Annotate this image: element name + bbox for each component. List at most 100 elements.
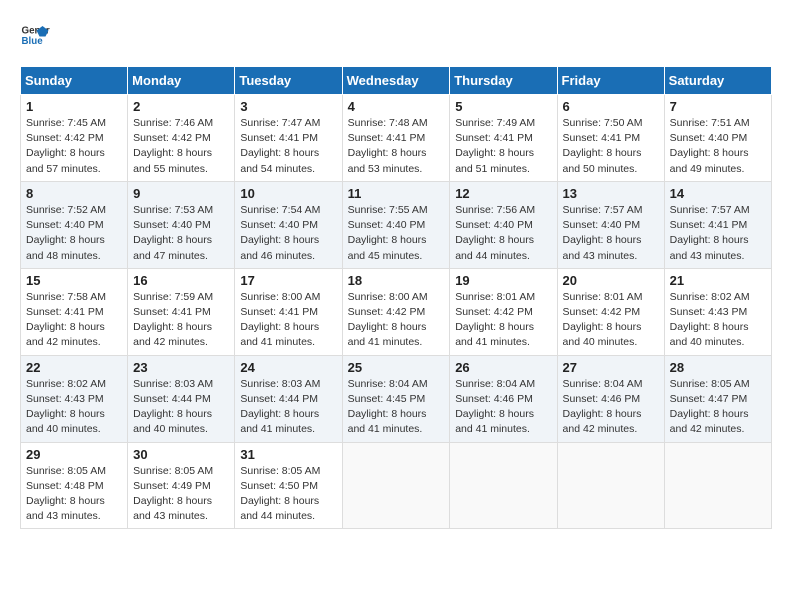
calendar-cell	[450, 442, 557, 529]
day-info: Sunrise: 8:01 AM Sunset: 4:42 PM Dayligh…	[455, 290, 551, 351]
calendar-cell: 28 Sunrise: 8:05 AM Sunset: 4:47 PM Dayl…	[664, 355, 771, 442]
day-info: Sunrise: 8:05 AM Sunset: 4:48 PM Dayligh…	[26, 464, 122, 525]
calendar-cell: 6 Sunrise: 7:50 AM Sunset: 4:41 PM Dayli…	[557, 95, 664, 182]
day-number: 14	[670, 186, 766, 201]
day-number: 6	[563, 99, 659, 114]
calendar-cell: 10 Sunrise: 7:54 AM Sunset: 4:40 PM Dayl…	[235, 181, 342, 268]
calendar-cell: 15 Sunrise: 7:58 AM Sunset: 4:41 PM Dayl…	[21, 268, 128, 355]
calendar-cell: 13 Sunrise: 7:57 AM Sunset: 4:40 PM Dayl…	[557, 181, 664, 268]
weekday-friday: Friday	[557, 67, 664, 95]
day-number: 26	[455, 360, 551, 375]
day-info: Sunrise: 8:05 AM Sunset: 4:50 PM Dayligh…	[240, 464, 336, 525]
week-row-4: 22 Sunrise: 8:02 AM Sunset: 4:43 PM Dayl…	[21, 355, 772, 442]
calendar-cell: 12 Sunrise: 7:56 AM Sunset: 4:40 PM Dayl…	[450, 181, 557, 268]
week-row-3: 15 Sunrise: 7:58 AM Sunset: 4:41 PM Dayl…	[21, 268, 772, 355]
calendar-cell: 16 Sunrise: 7:59 AM Sunset: 4:41 PM Dayl…	[128, 268, 235, 355]
calendar-cell: 4 Sunrise: 7:48 AM Sunset: 4:41 PM Dayli…	[342, 95, 450, 182]
weekday-sunday: Sunday	[21, 67, 128, 95]
day-number: 1	[26, 99, 122, 114]
day-info: Sunrise: 7:51 AM Sunset: 4:40 PM Dayligh…	[670, 116, 766, 177]
day-number: 28	[670, 360, 766, 375]
day-info: Sunrise: 7:50 AM Sunset: 4:41 PM Dayligh…	[563, 116, 659, 177]
day-info: Sunrise: 7:49 AM Sunset: 4:41 PM Dayligh…	[455, 116, 551, 177]
week-row-5: 29 Sunrise: 8:05 AM Sunset: 4:48 PM Dayl…	[21, 442, 772, 529]
day-info: Sunrise: 7:45 AM Sunset: 4:42 PM Dayligh…	[26, 116, 122, 177]
weekday-thursday: Thursday	[450, 67, 557, 95]
day-number: 7	[670, 99, 766, 114]
day-info: Sunrise: 7:59 AM Sunset: 4:41 PM Dayligh…	[133, 290, 229, 351]
day-number: 30	[133, 447, 229, 462]
calendar-cell: 30 Sunrise: 8:05 AM Sunset: 4:49 PM Dayl…	[128, 442, 235, 529]
calendar-cell: 31 Sunrise: 8:05 AM Sunset: 4:50 PM Dayl…	[235, 442, 342, 529]
calendar-cell: 18 Sunrise: 8:00 AM Sunset: 4:42 PM Dayl…	[342, 268, 450, 355]
weekday-tuesday: Tuesday	[235, 67, 342, 95]
calendar-cell: 9 Sunrise: 7:53 AM Sunset: 4:40 PM Dayli…	[128, 181, 235, 268]
day-info: Sunrise: 8:00 AM Sunset: 4:42 PM Dayligh…	[348, 290, 445, 351]
calendar-cell	[664, 442, 771, 529]
day-info: Sunrise: 7:53 AM Sunset: 4:40 PM Dayligh…	[133, 203, 229, 264]
calendar-cell: 17 Sunrise: 8:00 AM Sunset: 4:41 PM Dayl…	[235, 268, 342, 355]
day-number: 10	[240, 186, 336, 201]
day-number: 17	[240, 273, 336, 288]
day-info: Sunrise: 7:55 AM Sunset: 4:40 PM Dayligh…	[348, 203, 445, 264]
day-number: 25	[348, 360, 445, 375]
calendar-cell	[342, 442, 450, 529]
day-number: 23	[133, 360, 229, 375]
calendar-cell: 19 Sunrise: 8:01 AM Sunset: 4:42 PM Dayl…	[450, 268, 557, 355]
day-number: 18	[348, 273, 445, 288]
week-row-1: 1 Sunrise: 7:45 AM Sunset: 4:42 PM Dayli…	[21, 95, 772, 182]
day-number: 2	[133, 99, 229, 114]
day-number: 5	[455, 99, 551, 114]
calendar-cell: 8 Sunrise: 7:52 AM Sunset: 4:40 PM Dayli…	[21, 181, 128, 268]
day-info: Sunrise: 8:03 AM Sunset: 4:44 PM Dayligh…	[240, 377, 336, 438]
weekday-wednesday: Wednesday	[342, 67, 450, 95]
calendar-table: SundayMondayTuesdayWednesdayThursdayFrid…	[20, 66, 772, 529]
calendar-cell: 7 Sunrise: 7:51 AM Sunset: 4:40 PM Dayli…	[664, 95, 771, 182]
day-number: 3	[240, 99, 336, 114]
day-info: Sunrise: 8:05 AM Sunset: 4:49 PM Dayligh…	[133, 464, 229, 525]
logo: General Blue	[20, 20, 50, 50]
calendar-cell: 26 Sunrise: 8:04 AM Sunset: 4:46 PM Dayl…	[450, 355, 557, 442]
day-info: Sunrise: 7:52 AM Sunset: 4:40 PM Dayligh…	[26, 203, 122, 264]
calendar-cell: 27 Sunrise: 8:04 AM Sunset: 4:46 PM Dayl…	[557, 355, 664, 442]
calendar-cell: 24 Sunrise: 8:03 AM Sunset: 4:44 PM Dayl…	[235, 355, 342, 442]
day-number: 4	[348, 99, 445, 114]
day-info: Sunrise: 8:00 AM Sunset: 4:41 PM Dayligh…	[240, 290, 336, 351]
logo-icon: General Blue	[20, 20, 50, 50]
day-number: 27	[563, 360, 659, 375]
day-number: 13	[563, 186, 659, 201]
day-number: 22	[26, 360, 122, 375]
day-info: Sunrise: 7:57 AM Sunset: 4:40 PM Dayligh…	[563, 203, 659, 264]
calendar-cell: 2 Sunrise: 7:46 AM Sunset: 4:42 PM Dayli…	[128, 95, 235, 182]
day-info: Sunrise: 8:01 AM Sunset: 4:42 PM Dayligh…	[563, 290, 659, 351]
day-info: Sunrise: 8:02 AM Sunset: 4:43 PM Dayligh…	[26, 377, 122, 438]
calendar-cell: 14 Sunrise: 7:57 AM Sunset: 4:41 PM Dayl…	[664, 181, 771, 268]
calendar-cell: 23 Sunrise: 8:03 AM Sunset: 4:44 PM Dayl…	[128, 355, 235, 442]
day-number: 21	[670, 273, 766, 288]
day-info: Sunrise: 7:48 AM Sunset: 4:41 PM Dayligh…	[348, 116, 445, 177]
day-info: Sunrise: 8:04 AM Sunset: 4:46 PM Dayligh…	[563, 377, 659, 438]
page-header: General Blue	[20, 20, 772, 50]
day-info: Sunrise: 8:02 AM Sunset: 4:43 PM Dayligh…	[670, 290, 766, 351]
calendar-cell: 3 Sunrise: 7:47 AM Sunset: 4:41 PM Dayli…	[235, 95, 342, 182]
day-number: 11	[348, 186, 445, 201]
calendar-cell: 20 Sunrise: 8:01 AM Sunset: 4:42 PM Dayl…	[557, 268, 664, 355]
day-number: 19	[455, 273, 551, 288]
calendar-cell	[557, 442, 664, 529]
day-number: 29	[26, 447, 122, 462]
calendar-cell: 22 Sunrise: 8:02 AM Sunset: 4:43 PM Dayl…	[21, 355, 128, 442]
day-info: Sunrise: 7:58 AM Sunset: 4:41 PM Dayligh…	[26, 290, 122, 351]
day-number: 20	[563, 273, 659, 288]
calendar-cell: 1 Sunrise: 7:45 AM Sunset: 4:42 PM Dayli…	[21, 95, 128, 182]
day-number: 15	[26, 273, 122, 288]
day-info: Sunrise: 7:54 AM Sunset: 4:40 PM Dayligh…	[240, 203, 336, 264]
day-info: Sunrise: 7:56 AM Sunset: 4:40 PM Dayligh…	[455, 203, 551, 264]
day-info: Sunrise: 8:05 AM Sunset: 4:47 PM Dayligh…	[670, 377, 766, 438]
day-number: 8	[26, 186, 122, 201]
day-number: 24	[240, 360, 336, 375]
day-info: Sunrise: 8:04 AM Sunset: 4:46 PM Dayligh…	[455, 377, 551, 438]
day-info: Sunrise: 8:03 AM Sunset: 4:44 PM Dayligh…	[133, 377, 229, 438]
weekday-header-row: SundayMondayTuesdayWednesdayThursdayFrid…	[21, 67, 772, 95]
calendar-cell: 11 Sunrise: 7:55 AM Sunset: 4:40 PM Dayl…	[342, 181, 450, 268]
weekday-saturday: Saturday	[664, 67, 771, 95]
